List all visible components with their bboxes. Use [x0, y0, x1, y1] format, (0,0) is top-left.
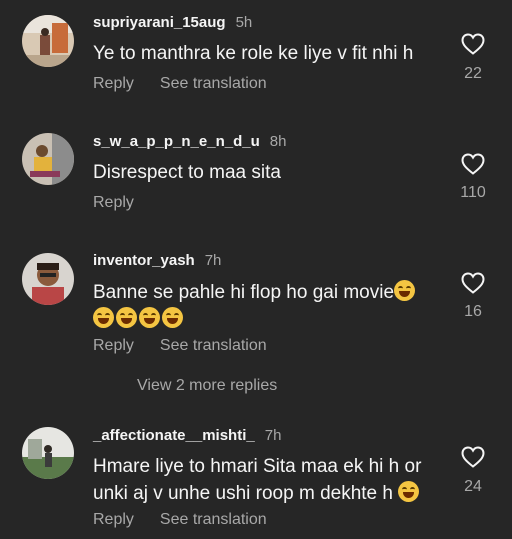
heart-outline-icon	[461, 153, 485, 175]
laughing-emoji-icon	[139, 307, 160, 328]
like-button[interactable]	[460, 272, 486, 294]
comment-actions: Reply See translation	[93, 511, 267, 529]
reply-button[interactable]: Reply	[93, 75, 134, 92]
like-count: 22	[464, 65, 482, 82]
laughing-emoji-icon	[394, 280, 416, 301]
see-translation-button[interactable]: See translation	[160, 337, 267, 354]
like-count: 24	[464, 478, 482, 495]
comment-text: Ye to manthra ke role ke liye v fit nhi …	[93, 43, 414, 64]
like-count: 16	[464, 303, 482, 320]
comment-text-line1: Hmare liye to hmari Sita maa ek hi h or	[93, 456, 422, 477]
heart-outline-icon	[461, 272, 485, 294]
see-translation-button[interactable]: See translation	[160, 75, 267, 92]
like-count: 110	[460, 184, 486, 201]
reply-button[interactable]: Reply	[93, 511, 134, 528]
comment-username[interactable]: supriyarani_15aug	[93, 14, 226, 31]
see-translation-button[interactable]: See translation	[160, 511, 267, 528]
comment-text-content: Banne se pahle hi flop ho gai movie	[93, 282, 395, 303]
heart-outline-icon	[461, 33, 485, 55]
laughing-emoji-icon	[398, 481, 420, 502]
like-button[interactable]	[460, 33, 486, 55]
avatar[interactable]	[22, 133, 74, 185]
comment-timestamp: 7h	[204, 252, 222, 269]
laughing-emoji-icon	[93, 307, 114, 328]
view-more-replies-button[interactable]: View 2 more replies	[137, 377, 277, 395]
comment-text: Banne se pahle hi flop ho gai movie	[93, 279, 438, 333]
comment-username[interactable]: _affectionate__mishti_	[93, 427, 255, 444]
comment-actions: Reply	[93, 194, 134, 212]
reply-button[interactable]: Reply	[93, 337, 134, 354]
heart-outline-icon	[461, 446, 485, 468]
comment-actions: Reply See translation	[93, 337, 267, 355]
comment-username[interactable]: inventor_yash	[93, 252, 195, 269]
avatar[interactable]	[22, 253, 74, 305]
reply-button[interactable]: Reply	[93, 194, 134, 211]
comment-text: Disrespect to maa sita	[93, 162, 281, 183]
comment-text-line2: unki aj v unhe ushi roop m dekhte h	[93, 483, 393, 504]
comment-actions: Reply See translation	[93, 75, 267, 93]
like-button[interactable]	[460, 446, 486, 468]
comment-timestamp: 7h	[264, 427, 282, 444]
comment-timestamp: 5h	[235, 14, 253, 31]
laughing-emoji-icon	[116, 307, 137, 328]
avatar[interactable]	[22, 15, 74, 67]
like-button[interactable]	[460, 153, 486, 175]
comment-timestamp: 8h	[269, 133, 287, 150]
comment-username[interactable]: s_w_a_p_p_n_e_n_d_u	[93, 133, 260, 150]
comment-text: Hmare liye to hmari Sita maa ek hi h or …	[93, 453, 438, 507]
laughing-emoji-icon	[162, 307, 183, 328]
avatar[interactable]	[22, 427, 74, 479]
